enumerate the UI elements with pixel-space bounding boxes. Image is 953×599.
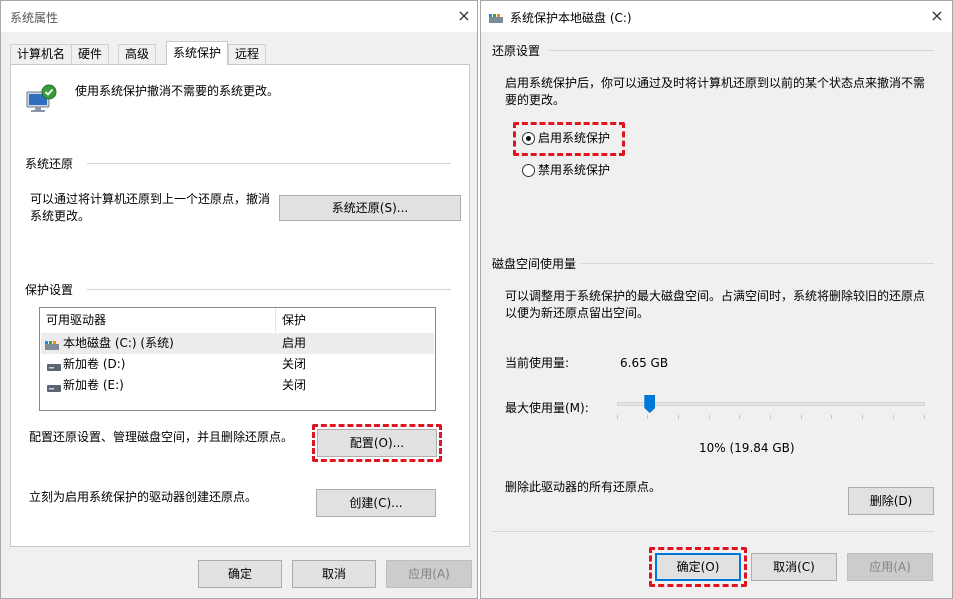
- cancel-button[interactable]: 取消: [292, 560, 376, 588]
- tab-bar: 计算机名 硬件 高级 系统保护 远程: [1, 32, 477, 65]
- system-restore-button[interactable]: 系统还原(S)...: [279, 195, 461, 221]
- tab-advanced[interactable]: 高级: [118, 44, 157, 64]
- system-restore-section-label: 系统还原: [25, 157, 74, 171]
- title-bar: 系统属性 ×: [1, 1, 477, 32]
- delete-description: 删除此驱动器的所有还原点。: [505, 480, 662, 494]
- drive-protection-status: 关闭: [282, 378, 307, 392]
- disk-usage-section-label: 磁盘空间使用量: [492, 257, 577, 271]
- slider-tick: [831, 415, 832, 419]
- title-bar: 系统保护本地磁盘 (C:) ×: [481, 1, 952, 32]
- drive-icon: [47, 360, 61, 371]
- ok-button[interactable]: 确定: [198, 560, 282, 588]
- close-icon[interactable]: ×: [453, 5, 475, 27]
- section-divider: [87, 289, 451, 290]
- disable-protection-label[interactable]: 禁用系统保护: [538, 162, 610, 179]
- delete-button[interactable]: 删除(D): [848, 487, 934, 515]
- tab-system-protection[interactable]: 系统保护: [166, 41, 229, 65]
- drive-icon: [47, 381, 61, 392]
- drive-name: 本地磁盘 (C:) (系统): [63, 336, 174, 350]
- close-icon[interactable]: ×: [926, 5, 948, 27]
- protection-settings-section-label: 保护设置: [25, 283, 74, 297]
- current-usage-label: 当前使用量:: [505, 356, 570, 370]
- column-header-protection[interactable]: 保护: [276, 308, 434, 332]
- section-divider: [549, 50, 934, 51]
- drive-name: 新加卷 (D:): [63, 357, 126, 371]
- current-usage-value: 6.65 GB: [620, 356, 669, 370]
- tab-remote[interactable]: 远程: [228, 44, 267, 64]
- slider-track[interactable]: [617, 402, 925, 406]
- slider-tick: [862, 415, 863, 419]
- slider-tick: [924, 415, 925, 419]
- drive-row-c[interactable]: 本地磁盘 (C:) (系统) 启用: [41, 333, 434, 354]
- max-usage-value: 10% (19.84 GB): [699, 441, 795, 455]
- configure-description: 配置还原设置、管理磁盘空间，并且删除还原点。: [29, 430, 294, 444]
- restore-settings-description: 启用系统保护后，你可以通过及时将计算机还原到以前的某个状态点来撤消不需要的更改。: [505, 76, 926, 107]
- slider-tick: [739, 415, 740, 419]
- system-drive-icon: [489, 12, 503, 23]
- window-title: 系统属性: [10, 11, 59, 25]
- system-properties-window: 系统属性 × 计算机名 硬件 高级 系统保护 远程 使用系统保护撤消不需要的系统…: [0, 0, 478, 599]
- drive-list: 可用驱动器 保护 本地磁盘 (C:) (系统) 启用 新加卷 (D:) 关闭 新…: [39, 307, 436, 411]
- configure-highlight: [312, 424, 442, 462]
- enable-protection-label[interactable]: 启用系统保护: [538, 130, 610, 147]
- slider-tick: [770, 415, 771, 419]
- max-usage-slider[interactable]: [617, 394, 925, 424]
- slider-tick: [801, 415, 802, 419]
- drive-protection-status: 启用: [282, 336, 307, 350]
- tab-computer-name[interactable]: 计算机名: [10, 44, 73, 64]
- disk-usage-description: 可以调整用于系统保护的最大磁盘空间。占满空间时，系统将删除较旧的还原点以便为新还…: [505, 289, 926, 320]
- system-drive-icon: [45, 339, 59, 350]
- slider-tick: [647, 415, 648, 419]
- disable-protection-radio[interactable]: [522, 164, 535, 177]
- intro-text: 使用系统保护撤消不需要的系统更改。: [75, 84, 280, 98]
- cancel-button[interactable]: 取消(C): [751, 553, 837, 581]
- slider-tick: [893, 415, 894, 419]
- drive-protection-status: 关闭: [282, 357, 307, 371]
- apply-button: 应用(A): [847, 553, 933, 581]
- apply-button: 应用(A): [386, 560, 472, 588]
- system-protection-panel: 使用系统保护撤消不需要的系统更改。 系统还原 可以通过将计算机还原到上一个还原点…: [10, 64, 470, 547]
- slider-tick: [678, 415, 679, 419]
- restore-settings-section-label: 还原设置: [492, 44, 541, 58]
- create-description: 立刻为启用系统保护的驱动器创建还原点。: [29, 490, 258, 504]
- slider-tick: [709, 415, 710, 419]
- max-usage-label: 最大使用量(M):: [505, 401, 589, 415]
- ok-highlight: [649, 547, 747, 587]
- section-divider: [581, 263, 934, 264]
- window-title: 系统保护本地磁盘 (C:): [510, 11, 632, 25]
- tab-hardware[interactable]: 硬件: [71, 44, 110, 64]
- footer-divider: [492, 531, 934, 532]
- slider-thumb[interactable]: [644, 395, 656, 413]
- protection-dialog-window: 系统保护本地磁盘 (C:) × 还原设置 启用系统保护后，你可以通过及时将计算机…: [480, 0, 953, 599]
- drive-row-d[interactable]: 新加卷 (D:) 关闭: [41, 354, 434, 375]
- computer-shield-icon: [25, 83, 59, 115]
- slider-tick: [617, 415, 618, 419]
- column-header-drives[interactable]: 可用驱动器: [40, 308, 276, 332]
- drive-row-e[interactable]: 新加卷 (E:) 关闭: [41, 375, 434, 396]
- enable-protection-radio[interactable]: [522, 132, 535, 145]
- drive-name: 新加卷 (E:): [63, 378, 124, 392]
- section-divider: [87, 163, 451, 164]
- create-button[interactable]: 创建(C)...: [316, 489, 436, 517]
- system-restore-description: 可以通过将计算机还原到上一个还原点，撤消系统更改。: [30, 192, 271, 223]
